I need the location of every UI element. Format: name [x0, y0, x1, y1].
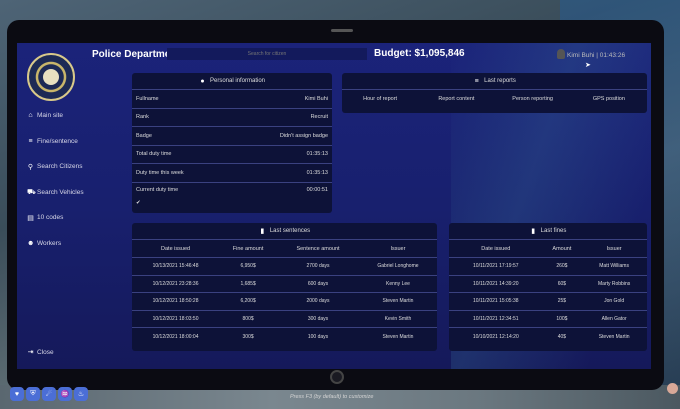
- food-icon[interactable]: ♨: [74, 387, 88, 401]
- sidebar: ⌂ Main site ≡ Fine/sentence ⚲ Search Citize…: [27, 103, 127, 256]
- clipboard-icon: ▤: [27, 214, 34, 222]
- document-icon: ▮: [531, 228, 536, 235]
- table-cell: 10/12/2021 18:00:04: [132, 327, 220, 345]
- table-cell: Matt Williams: [581, 257, 647, 275]
- table-cell: 100$: [542, 309, 582, 328]
- table-cell: 25$: [542, 292, 582, 310]
- police-seal-logo: [27, 53, 75, 101]
- table-cell: 10/12/2021 18:50:28: [132, 292, 220, 310]
- table-cell: 60$: [542, 274, 582, 293]
- panel-title: Last reports: [484, 78, 516, 84]
- document-icon: ▮: [260, 228, 265, 235]
- table-cell: Gabriel Longhome: [358, 257, 437, 275]
- table-cell: 10/11/2021 17:19:57: [449, 257, 543, 275]
- table-cell: Marty Robbins: [581, 274, 647, 293]
- table-cell: 1,685$: [219, 274, 278, 293]
- info-row: Fullname Kimi Buhi: [132, 89, 332, 108]
- table-cell: Steven Martin: [358, 292, 437, 310]
- sidebar-item-workers[interactable]: ☻ Workers: [27, 231, 127, 257]
- last-fines-panel: ▮ Last fines Date issued Amount Issuer 10…: [449, 223, 647, 351]
- table-cell: 800$: [219, 309, 278, 328]
- table-cell: 260$: [542, 257, 582, 275]
- info-row: Total duty time 01:35:13: [132, 144, 332, 164]
- table-cell: Kevin Smith: [358, 309, 437, 328]
- info-row: Badge Didn't assign badge: [132, 126, 332, 145]
- bottom-dock: ♥ ⛨ ☄ ♒ ♨: [10, 387, 88, 401]
- check-icon: ✔: [136, 199, 141, 206]
- table-cell: 10/10/2021 12:14:20: [449, 327, 543, 345]
- heart-icon[interactable]: ♥: [10, 387, 24, 401]
- home-icon: ⌂: [28, 112, 33, 120]
- shield-icon[interactable]: ⛨: [26, 387, 40, 401]
- sign-out-icon: ⇥: [27, 349, 34, 356]
- list-icon: ≡: [28, 137, 33, 145]
- table-cell: Jon Gold: [581, 292, 647, 310]
- sidebar-item-search-citizens[interactable]: ⚲ Search Citizens: [27, 154, 127, 180]
- table-cell: 6,950$: [219, 257, 278, 275]
- search-input[interactable]: [167, 48, 367, 60]
- mouse-cursor-icon: ➤: [585, 62, 591, 69]
- user-avatar-icon: [557, 49, 565, 59]
- table-cell: 100 days: [277, 327, 359, 345]
- table-cell: 300 days: [277, 309, 359, 328]
- table-row: 10/10/2021 12:14:20 40$ Steven Martin: [449, 327, 647, 345]
- last-reports-panel: ≡ Last reports Hour of report Report cont…: [342, 73, 647, 113]
- customize-hint: Press F3 (by default) to customize: [290, 394, 374, 400]
- table-cell: 10/12/2021 23:28:36: [132, 274, 220, 293]
- users-icon: ☻: [27, 239, 35, 247]
- table-cell: 10/12/2021 18:03:50: [132, 309, 220, 328]
- table-row: 10/11/2021 14:39:20 60$ Marty Robbins: [449, 274, 647, 293]
- table-cell: 10/11/2021 15:05:38: [449, 292, 543, 310]
- table-cell: 10/13/2021 15:46:48: [132, 257, 220, 275]
- table-cell: 2700 days: [277, 257, 359, 275]
- table-cell: 300$: [219, 327, 278, 345]
- table-row: 10/12/2021 18:03:50 800$ 300 days Kevin Smi…: [132, 309, 437, 328]
- sidebar-item-10-codes[interactable]: ▤ 10 codes: [27, 205, 127, 231]
- last-sentences-panel: ▮ Last sentences Date issued Fine amount …: [132, 223, 437, 351]
- table-row: 10/13/2021 15:46:48 6,950$ 2700 days Gabrie…: [132, 257, 437, 275]
- table-row: 10/11/2021 17:19:57 260$ Matt Williams: [449, 257, 647, 275]
- reports-header: Hour of report Report content Person rep…: [342, 89, 647, 102]
- table-cell: 2000 days: [277, 292, 359, 310]
- panel-title: Last fines: [540, 228, 567, 234]
- tablet-screen: Police Department Budget: $1,095,846 Kim…: [17, 43, 651, 369]
- runner-icon[interactable]: ☄: [42, 387, 56, 401]
- list-icon: ≡: [474, 77, 479, 85]
- info-row-current: Current duty time 00:00:51 ✔: [132, 181, 332, 206]
- table-row: 10/11/2021 12:34:51 100$ Allen Gator: [449, 309, 647, 328]
- panel-title: Personal information: [209, 78, 266, 84]
- table-cell: Steven Martin: [581, 327, 647, 345]
- table-row: 10/12/2021 18:50:28 6,200$ 2000 days Steven…: [132, 292, 437, 310]
- table-cell: 6,200$: [219, 292, 278, 310]
- table-cell: Kenny Lee: [358, 274, 437, 293]
- table-row: 10/12/2021 23:28:36 1,685$ 600 days Kenny L…: [132, 274, 437, 293]
- sentences-table: Date issued Fine amount Sentence amount …: [132, 239, 437, 345]
- corner-avatar[interactable]: [667, 383, 678, 394]
- sidebar-item-fine-sentence[interactable]: ≡ Fine/sentence: [27, 129, 127, 155]
- table-cell: 10/11/2021 12:34:51: [449, 309, 543, 328]
- info-row: Duty time this week 01:35:13: [132, 163, 332, 182]
- fines-table: Date issued Amount Issuer 10/11/2021 17:…: [449, 239, 647, 345]
- budget-display: Budget: $1,095,846: [374, 48, 465, 59]
- panel-title: Last sentences: [269, 228, 311, 234]
- search-icon: ⚲: [27, 163, 34, 171]
- table-cell: Steven Martin: [358, 327, 437, 345]
- table-row: 10/11/2021 15:05:38 25$ Jon Gold: [449, 292, 647, 310]
- sidebar-item-search-vehicles[interactable]: ⛟ Search Vehicles: [27, 180, 127, 206]
- user-icon: ●: [200, 77, 205, 85]
- user-info: Kimi Buhi | 01:43:26: [567, 52, 626, 59]
- table-cell: 10/11/2021 14:39:20: [449, 274, 543, 293]
- sidebar-item-main-site[interactable]: ⌂ Main site: [27, 103, 127, 129]
- table-row: 10/12/2021 18:00:04 300$ 100 days Steven Ma…: [132, 327, 437, 345]
- car-icon: ⛟: [27, 188, 36, 196]
- table-cell: 40$: [542, 327, 582, 345]
- info-row: Rank Recruit: [132, 107, 332, 127]
- lungs-icon[interactable]: ♒: [58, 387, 72, 401]
- personal-info-panel: ● Personal information Fullname Kimi Buhi …: [132, 73, 332, 213]
- close-button[interactable]: ⇥ Close: [27, 348, 54, 357]
- table-cell: Allen Gator: [581, 309, 647, 328]
- tablet-home-button[interactable]: [330, 370, 344, 384]
- tablet-camera: [331, 29, 353, 32]
- table-cell: 600 days: [277, 274, 359, 293]
